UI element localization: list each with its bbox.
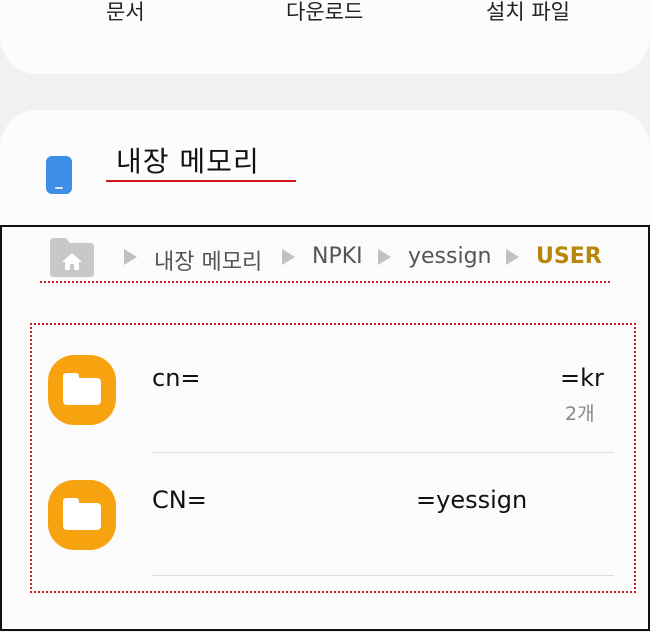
folder-name-start[interactable]: cn= — [152, 364, 201, 392]
chevron-right-icon — [124, 249, 137, 265]
title-annotation-underline — [106, 180, 296, 182]
file-list-annotation-box — [30, 323, 636, 593]
category-downloads[interactable]: 다운로드 — [286, 0, 363, 26]
list-divider — [152, 452, 614, 453]
folder-name-end[interactable]: =kr — [560, 364, 604, 392]
file-browser-panel: 내장 메모리 NPKI yessign USER cn= =kr 2개 CN= … — [0, 225, 650, 631]
chevron-right-icon — [378, 249, 391, 265]
category-documents[interactable]: 문서 — [106, 0, 145, 26]
breadcrumb-user[interactable]: USER — [536, 244, 602, 269]
chevron-right-icon — [282, 249, 295, 265]
folder-name-end[interactable]: =yessign — [416, 486, 527, 514]
folder-icon[interactable] — [48, 355, 116, 425]
breadcrumb-internal-storage[interactable]: 내장 메모리 — [154, 244, 262, 276]
home-icon[interactable] — [48, 236, 96, 278]
breadcrumb-yessign[interactable]: yessign — [408, 244, 492, 269]
storage-title[interactable]: 내장 메모리 — [116, 140, 260, 180]
folder-item-count: 2개 — [565, 403, 595, 425]
folder-name-start[interactable]: CN= — [152, 486, 207, 514]
breadcrumb-annotation-underline — [40, 281, 610, 283]
category-install-files[interactable]: 설치 파일 — [486, 0, 570, 26]
folder-icon[interactable] — [48, 480, 116, 550]
breadcrumb-npki[interactable]: NPKI — [312, 244, 363, 269]
list-divider — [152, 575, 614, 576]
category-card: 문서 다운로드 설치 파일 — [0, 0, 650, 74]
phone-icon — [46, 156, 72, 194]
chevron-right-icon — [506, 249, 519, 265]
